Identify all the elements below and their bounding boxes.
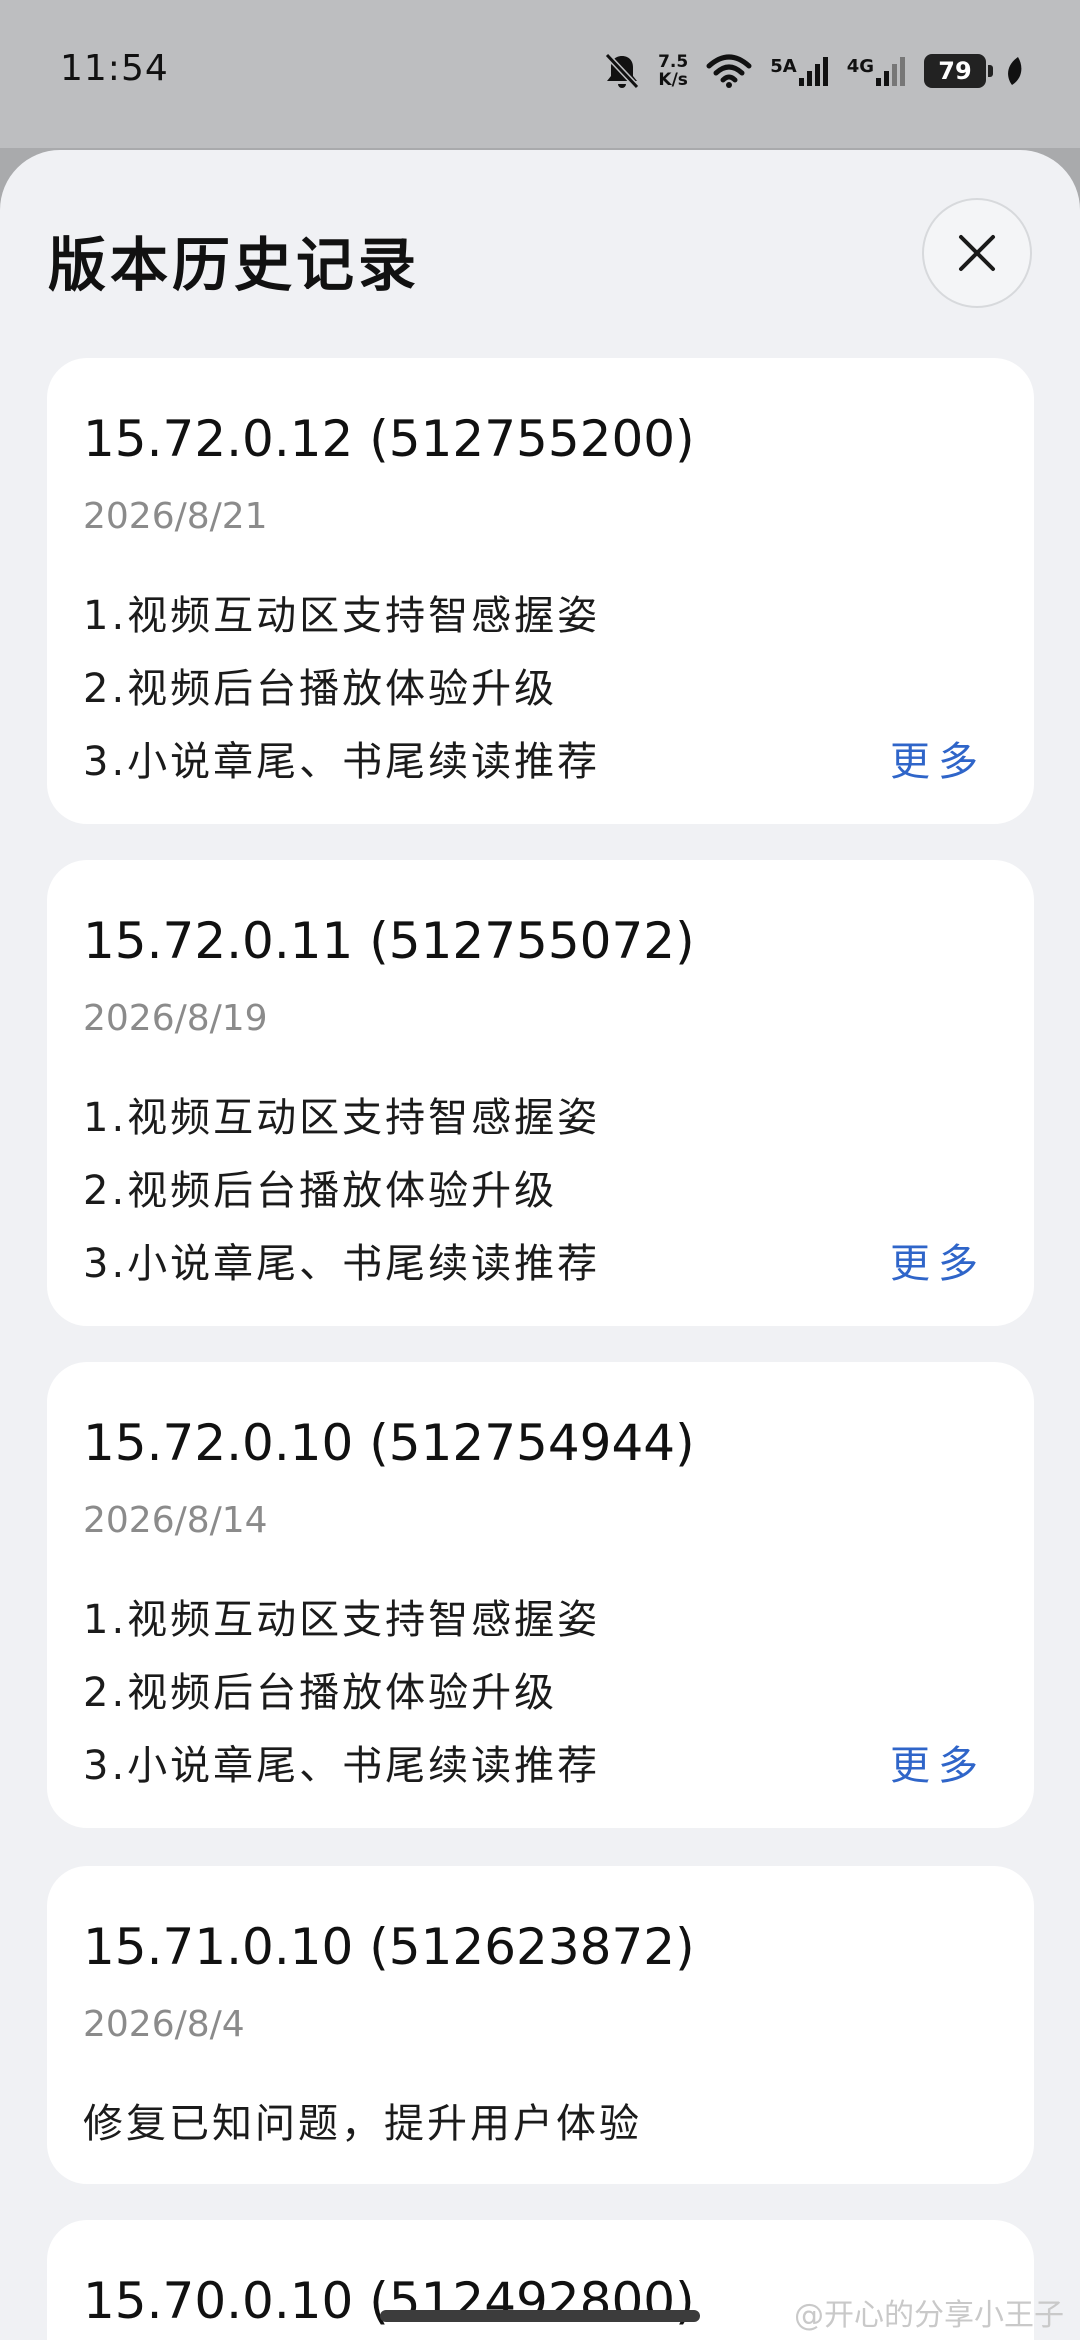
battery-level: 79 [938, 57, 972, 85]
signal-bars-icon [798, 57, 828, 86]
release-note: 2.视频后台播放体验升级 [83, 1168, 558, 1214]
net-speed-unit: K/s [658, 70, 688, 90]
close-button[interactable] [922, 198, 1032, 308]
release-date: 2026/8/14 [83, 1500, 268, 1541]
release-note: 3.小说章尾、书尾续读推荐 [83, 739, 601, 785]
release-note: 1.视频互动区支持智感握姿 [83, 593, 601, 639]
net-speed: 7.5 K/s [658, 53, 688, 89]
home-indicator[interactable] [380, 2310, 700, 2322]
sim1-label: 5A [770, 56, 797, 77]
release-note: 1.视频互动区支持智感握姿 [83, 1095, 601, 1141]
close-icon [959, 235, 995, 271]
version-number: 15.72.0.10 (512754944) [83, 1414, 695, 1472]
battery-icon: 79 [924, 54, 993, 88]
sim2-label: 4G [846, 56, 874, 77]
release-date: 2026/8/4 [83, 2004, 245, 2045]
net-speed-value: 7.5 [658, 52, 689, 72]
release-note: 1.视频互动区支持智感握姿 [83, 1597, 601, 1643]
version-card[interactable]: 15.71.0.10 (512623872) 2026/8/4 修复已知问题，提… [47, 1866, 1034, 2184]
more-link[interactable]: 更多 [890, 1730, 986, 1803]
release-note: 3.小说章尾、书尾续读推荐 [83, 1241, 601, 1287]
release-note: 2.视频后台播放体验升级 [83, 666, 558, 712]
version-card[interactable]: 15.72.0.10 (512754944) 2026/8/14 1.视频互动区… [47, 1362, 1034, 1828]
release-notes: 1.视频互动区支持智感握姿 2.视频后台播放体验升级 3.小说章尾、书尾续读推荐 [83, 1082, 600, 1301]
sheet-title: 版本历史记录 [48, 231, 421, 299]
version-card[interactable]: 15.72.0.12 (512755200) 2026/8/21 1.视频互动区… [47, 358, 1034, 824]
release-notes: 修复已知问题，提升用户体验 [83, 2088, 642, 2161]
status-time: 11:54 [60, 48, 169, 89]
version-number: 15.72.0.12 (512755200) [83, 410, 695, 468]
release-date: 2026/8/19 [83, 998, 268, 1039]
release-notes: 1.视频互动区支持智感握姿 2.视频后台播放体验升级 3.小说章尾、书尾续读推荐 [83, 580, 600, 799]
release-notes: 1.视频互动区支持智感握姿 2.视频后台播放体验升级 3.小说章尾、书尾续读推荐 [83, 1584, 600, 1803]
bell-muted-icon [604, 52, 640, 90]
status-icons: 7.5 K/s 5A 4G 79 [604, 50, 1024, 92]
release-note: 修复已知问题，提升用户体验 [83, 2101, 642, 2147]
version-card[interactable]: 15.72.0.11 (512755072) 2026/8/19 1.视频互动区… [47, 860, 1034, 1326]
status-bar: 11:54 7.5 K/s 5A 4G 79 [0, 0, 1080, 148]
more-link[interactable]: 更多 [890, 726, 986, 799]
version-number: 15.71.0.10 (512623872) [83, 1918, 695, 1976]
signal-sim1: 5A [770, 56, 828, 86]
wifi-icon [706, 54, 752, 88]
signal-sim2: 4G [847, 56, 906, 86]
release-date: 2026/8/21 [83, 496, 268, 537]
version-history-sheet: 版本历史记录 15.72.0.12 (512755200) 2026/8/21 … [0, 150, 1080, 2340]
more-link[interactable]: 更多 [890, 1228, 986, 1301]
version-number: 15.72.0.11 (512755072) [83, 912, 695, 970]
release-note: 2.视频后台播放体验升级 [83, 1670, 558, 1716]
release-note: 3.小说章尾、书尾续读推荐 [83, 1743, 601, 1789]
watermark: @开心的分享小王子 [794, 2298, 1064, 2333]
leaf-icon [1004, 55, 1024, 87]
signal-bars-icon [876, 57, 905, 86]
